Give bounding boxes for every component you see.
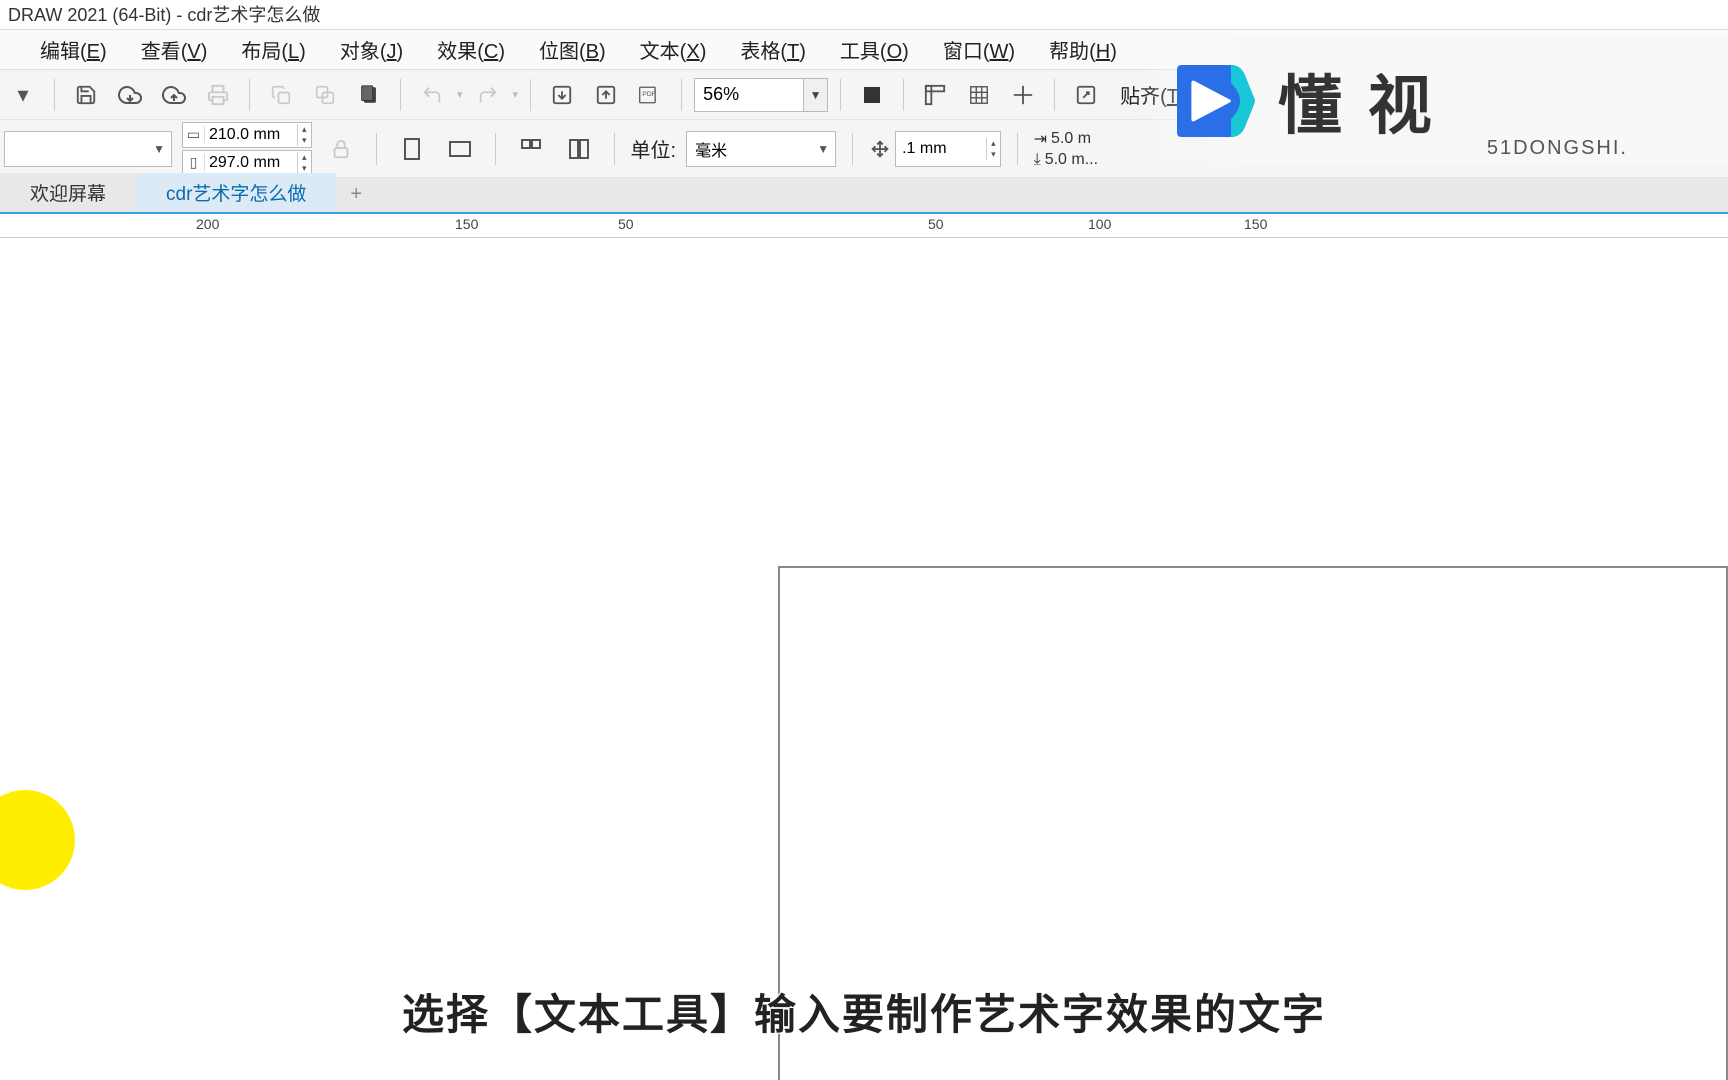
width-icon: ▭ (183, 126, 205, 143)
rulers-icon[interactable] (916, 77, 954, 113)
dup-x-icon: ⇥ (1034, 129, 1047, 149)
fullscreen-icon[interactable] (853, 77, 891, 113)
current-page-icon[interactable] (560, 131, 598, 167)
all-pages-icon[interactable] (512, 131, 550, 167)
dup-x-value[interactable]: 5.0 m (1051, 130, 1091, 148)
app-title: DRAW 2021 (64-Bit) - cdr艺术字怎么做 (8, 5, 320, 25)
duplicate-distance: ⇥ 5.0 m ⤓ 5.0 m... (1034, 129, 1098, 169)
cursor-highlight-icon (0, 790, 75, 890)
page-size-combo[interactable]: ▼ (4, 131, 172, 167)
page-dimensions: ▭ ▴▾ ▯ ▴▾ (182, 122, 312, 176)
menu-view[interactable]: 查看(V) (141, 35, 208, 64)
lock-ratio-icon[interactable] (322, 131, 360, 167)
document-tabs: 欢迎屏幕 cdr艺术字怎么做 + (0, 178, 1728, 214)
menu-help[interactable]: 帮助(H) (1049, 35, 1117, 64)
nudge-input[interactable]: ▴▾ (895, 131, 1001, 167)
nudge-icon (869, 138, 891, 160)
export-icon[interactable] (587, 77, 625, 113)
new-dropdown-icon[interactable]: ▾ (4, 77, 42, 113)
spinner[interactable]: ▴▾ (297, 152, 311, 174)
nudge-group: ▴▾ (869, 131, 1001, 167)
tab-document[interactable]: cdr艺术字怎么做 (136, 173, 336, 212)
menu-object[interactable]: 对象(J) (340, 35, 403, 64)
dup-y-value[interactable]: 5.0 m... (1045, 151, 1098, 169)
dup-y-icon: ⤓ (1034, 151, 1041, 169)
guides-icon[interactable] (1004, 77, 1042, 113)
menu-tools[interactable]: 工具(O) (840, 35, 909, 64)
spinner[interactable]: ▴▾ (986, 138, 1000, 160)
portrait-icon[interactable] (393, 131, 431, 167)
title-bar: DRAW 2021 (64-Bit) - cdr艺术字怎么做 (0, 0, 1728, 30)
page-height-input[interactable]: ▯ ▴▾ (182, 150, 312, 176)
cloud-down-icon[interactable] (111, 77, 149, 113)
grid-icon[interactable] (960, 77, 998, 113)
video-subtitle: 选择【文本工具】输入要制作艺术字效果的文字 (0, 981, 1728, 1042)
canvas[interactable]: 200 150 50 50 100 150 (0, 214, 1728, 1080)
menu-effect[interactable]: 效果(C) (437, 35, 505, 64)
menu-edit[interactable]: 编辑(E) (40, 35, 107, 64)
unit-label: 单位: (631, 134, 677, 163)
pdf-icon[interactable]: PDF (631, 77, 669, 113)
menu-text[interactable]: 文本(X) (640, 35, 707, 64)
watermark-logo-icon (1168, 56, 1258, 146)
menu-layout[interactable]: 布局(L) (241, 35, 305, 64)
redo-icon[interactable] (469, 77, 507, 113)
undo-icon[interactable] (413, 77, 451, 113)
landscape-icon[interactable] (441, 131, 479, 167)
svg-text:PDF: PDF (642, 90, 656, 97)
menu-bitmap[interactable]: 位图(B) (539, 35, 606, 64)
import-icon[interactable] (543, 77, 581, 113)
tab-welcome[interactable]: 欢迎屏幕 (0, 173, 136, 212)
watermark-subtext: 51DONGSHI. (1487, 137, 1628, 160)
launch-icon[interactable] (1067, 77, 1105, 113)
paste-icon[interactable] (306, 77, 344, 113)
chevron-down-icon[interactable]: ▼ (804, 78, 828, 112)
tab-add-button[interactable]: + (336, 177, 376, 212)
unit-value: 毫米 (687, 137, 735, 161)
menu-window[interactable]: 窗口(W) (943, 35, 1015, 64)
zoom-combo[interactable]: 56% ▼ (694, 78, 828, 112)
height-icon: ▯ (183, 154, 205, 171)
watermark-text: 懂 视 (1278, 55, 1436, 147)
print-icon[interactable] (199, 77, 237, 113)
menu-table[interactable]: 表格(T) (740, 35, 806, 64)
save-icon[interactable] (67, 77, 105, 113)
zoom-value: 56% (703, 84, 739, 105)
page-width-input[interactable]: ▭ ▴▾ (182, 122, 312, 148)
cloud-up-icon[interactable] (155, 77, 193, 113)
spinner[interactable]: ▴▾ (297, 124, 311, 146)
horizontal-ruler[interactable]: 200 150 50 50 100 150 (0, 214, 1728, 238)
unit-combo[interactable]: 毫米 ▼ (686, 131, 836, 167)
clipboard-icon[interactable] (350, 77, 388, 113)
watermark: 懂 视 51DONGSHI. (1138, 36, 1728, 166)
copy-icon[interactable] (262, 77, 300, 113)
